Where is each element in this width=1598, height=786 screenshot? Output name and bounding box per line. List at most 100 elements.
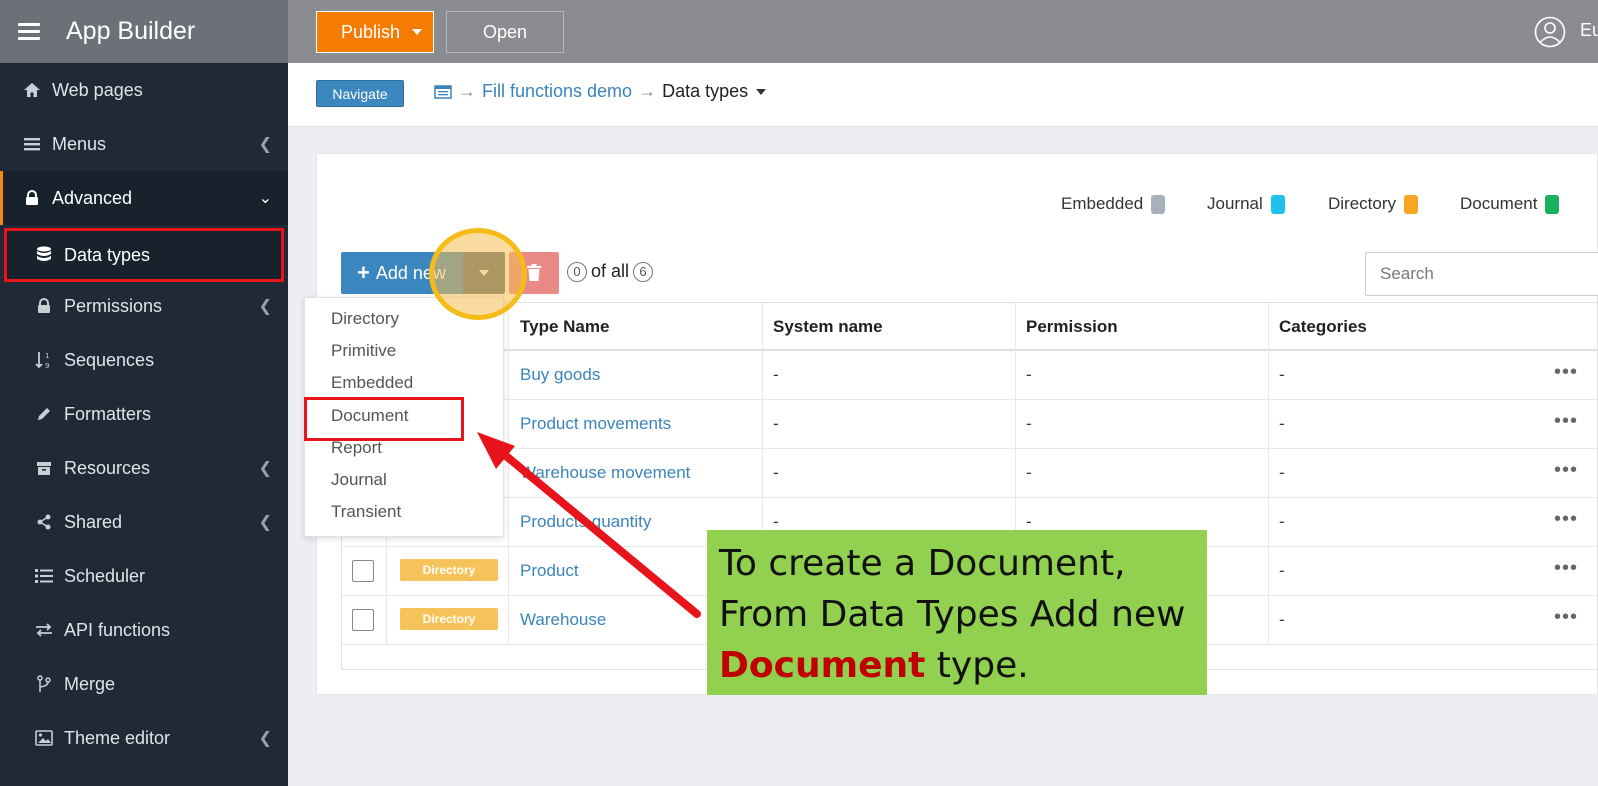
lock-icon [22, 188, 42, 208]
user-name[interactable]: Eu [1580, 20, 1598, 41]
column-header-system-name[interactable]: System name [773, 317, 883, 337]
sidebar-item-shared[interactable]: Shared ❮ [0, 495, 288, 549]
breadcrumb-project-link[interactable]: Fill functions demo [482, 81, 632, 102]
more-options-icon[interactable]: ••• [1554, 361, 1578, 384]
legend-embedded: Embedded [1061, 194, 1166, 214]
top-toolbar: Publish Open Eu [288, 0, 1598, 63]
sidebar-item-label: Sequences [64, 349, 155, 370]
selected-count: 0 [567, 261, 587, 282]
open-button[interactable]: Open [446, 11, 564, 53]
arrow-right-icon: → [638, 81, 657, 101]
more-options-icon[interactable]: ••• [1554, 508, 1578, 531]
menu-item-transient[interactable]: Transient [331, 502, 401, 522]
sidebar-item-label: Menus [52, 133, 107, 154]
hamburger-menu-icon[interactable] [18, 19, 40, 44]
sidebar-item-label: Shared [64, 511, 123, 532]
publish-button-label: Publish [341, 21, 401, 42]
sidebar-item-menus[interactable]: Menus ❮ [0, 117, 288, 171]
list-icon [22, 134, 42, 154]
sidebar-item-advanced[interactable]: Advanced ⌄ [0, 171, 288, 225]
sidebar-item-label: Web pages [52, 79, 143, 100]
callout-line-3-rest: type. [925, 645, 1029, 686]
total-count: 6 [633, 261, 654, 282]
row-checkbox[interactable] [352, 560, 374, 582]
chevron-left-icon: ❮ [258, 730, 272, 747]
categories-cell: - [1279, 365, 1285, 384]
sidebar-item-scheduler[interactable]: Scheduler [0, 549, 288, 603]
menu-item-journal[interactable]: Journal [331, 470, 387, 490]
column-header-permission[interactable]: Permission [1026, 317, 1118, 337]
type-name-link[interactable]: Products quantity [520, 512, 651, 532]
menu-item-embedded[interactable]: Embedded [331, 373, 413, 393]
sidebar-item-label: Data types [64, 244, 151, 265]
of-all-label: of all [591, 261, 630, 281]
document-highlight-box [304, 397, 464, 441]
archive-icon [34, 458, 54, 478]
legend-swatch [1270, 194, 1285, 214]
type-badge-directory: Directory [400, 608, 498, 630]
sidebar-item-label: Scheduler [64, 565, 146, 586]
sidebar-item-formatters[interactable]: Formatters [0, 387, 288, 441]
user-avatar-icon[interactable] [1534, 16, 1566, 48]
chevron-left-icon: ❮ [258, 136, 272, 153]
merge-icon [34, 674, 54, 694]
type-name-link[interactable]: Warehouse [520, 610, 606, 630]
column-header-type-name[interactable]: Type Name [520, 317, 609, 337]
sidebar-item-permissions[interactable]: Permissions ❮ [0, 279, 288, 333]
legend-label: Journal [1207, 194, 1263, 213]
breadcrumb-bar: Navigate → Fill functions demo → Data ty… [288, 63, 1598, 127]
type-name-link[interactable]: Buy goods [520, 365, 600, 385]
more-options-icon[interactable]: ••• [1554, 557, 1578, 580]
search-input[interactable] [1365, 252, 1598, 296]
table-header: Type Name System name Permission Categor… [342, 303, 1598, 351]
more-options-icon[interactable]: ••• [1554, 459, 1578, 482]
more-options-icon[interactable]: ••• [1554, 606, 1578, 629]
column-header-categories[interactable]: Categories [1279, 317, 1367, 337]
publish-button[interactable]: Publish [316, 11, 434, 53]
list-window-icon[interactable] [434, 84, 452, 99]
lock-icon [34, 296, 54, 316]
sidebar-item-sequences[interactable]: 19 Sequences [0, 333, 288, 387]
chevron-left-icon: ❮ [258, 298, 272, 315]
type-name-link[interactable]: Product movements [520, 414, 671, 434]
sidebar-item-merge[interactable]: Merge [0, 657, 288, 711]
callout-line-1: To create a Document, [719, 543, 1126, 584]
chevron-left-icon: ❮ [258, 460, 272, 477]
table-row[interactable]: Product movements - - - ••• [342, 400, 1598, 449]
table-row[interactable]: Buy goods - - - ••• [342, 351, 1598, 400]
more-options-icon[interactable]: ••• [1554, 410, 1578, 433]
type-badge-directory: Directory [400, 559, 498, 581]
sidebar-item-api-functions[interactable]: API functions [0, 603, 288, 657]
permission-cell: - [1026, 414, 1032, 433]
brand-bar: App Builder [0, 0, 288, 63]
image-icon [34, 728, 54, 748]
caret-down-icon[interactable] [412, 29, 422, 35]
breadcrumb-current[interactable]: Data types [662, 81, 748, 102]
row-checkbox[interactable] [352, 609, 374, 631]
menu-item-report[interactable]: Report [331, 438, 382, 458]
svg-text:9: 9 [45, 362, 49, 369]
sidebar-item-data-types[interactable]: Data types [4, 228, 284, 282]
system-name-cell: - [773, 463, 779, 482]
system-name-cell: - [773, 414, 779, 433]
sidebar-item-label: Theme editor [64, 727, 171, 748]
menu-item-directory[interactable]: Directory [331, 309, 399, 329]
menu-item-primitive[interactable]: Primitive [331, 341, 396, 361]
navigate-button[interactable]: Navigate [316, 80, 404, 107]
home-icon [22, 80, 42, 100]
type-name-link[interactable]: Product [520, 561, 579, 581]
sidebar-item-theme-editor[interactable]: Theme editor ❮ [0, 711, 288, 765]
caret-down-icon[interactable] [756, 88, 767, 95]
chevron-down-icon: ⌄ [258, 190, 272, 207]
sidebar-item-resources[interactable]: Resources ❮ [0, 441, 288, 495]
type-name-link[interactable]: Warehouse movement [520, 463, 690, 483]
exchange-icon [34, 620, 54, 640]
instruction-callout: To create a Document, From Data Types Ad… [707, 530, 1207, 695]
legend-directory: Directory [1328, 194, 1419, 214]
sidebar-item-label: Permissions [64, 295, 163, 316]
sidebar-item-web-pages[interactable]: Web pages [0, 63, 288, 117]
arrow-right-icon: → [458, 81, 476, 101]
legend-label: Document [1460, 194, 1538, 213]
table-row[interactable]: Warehouse movement - - - ••• [342, 449, 1598, 498]
sidebar-item-label: Formatters [64, 403, 152, 424]
